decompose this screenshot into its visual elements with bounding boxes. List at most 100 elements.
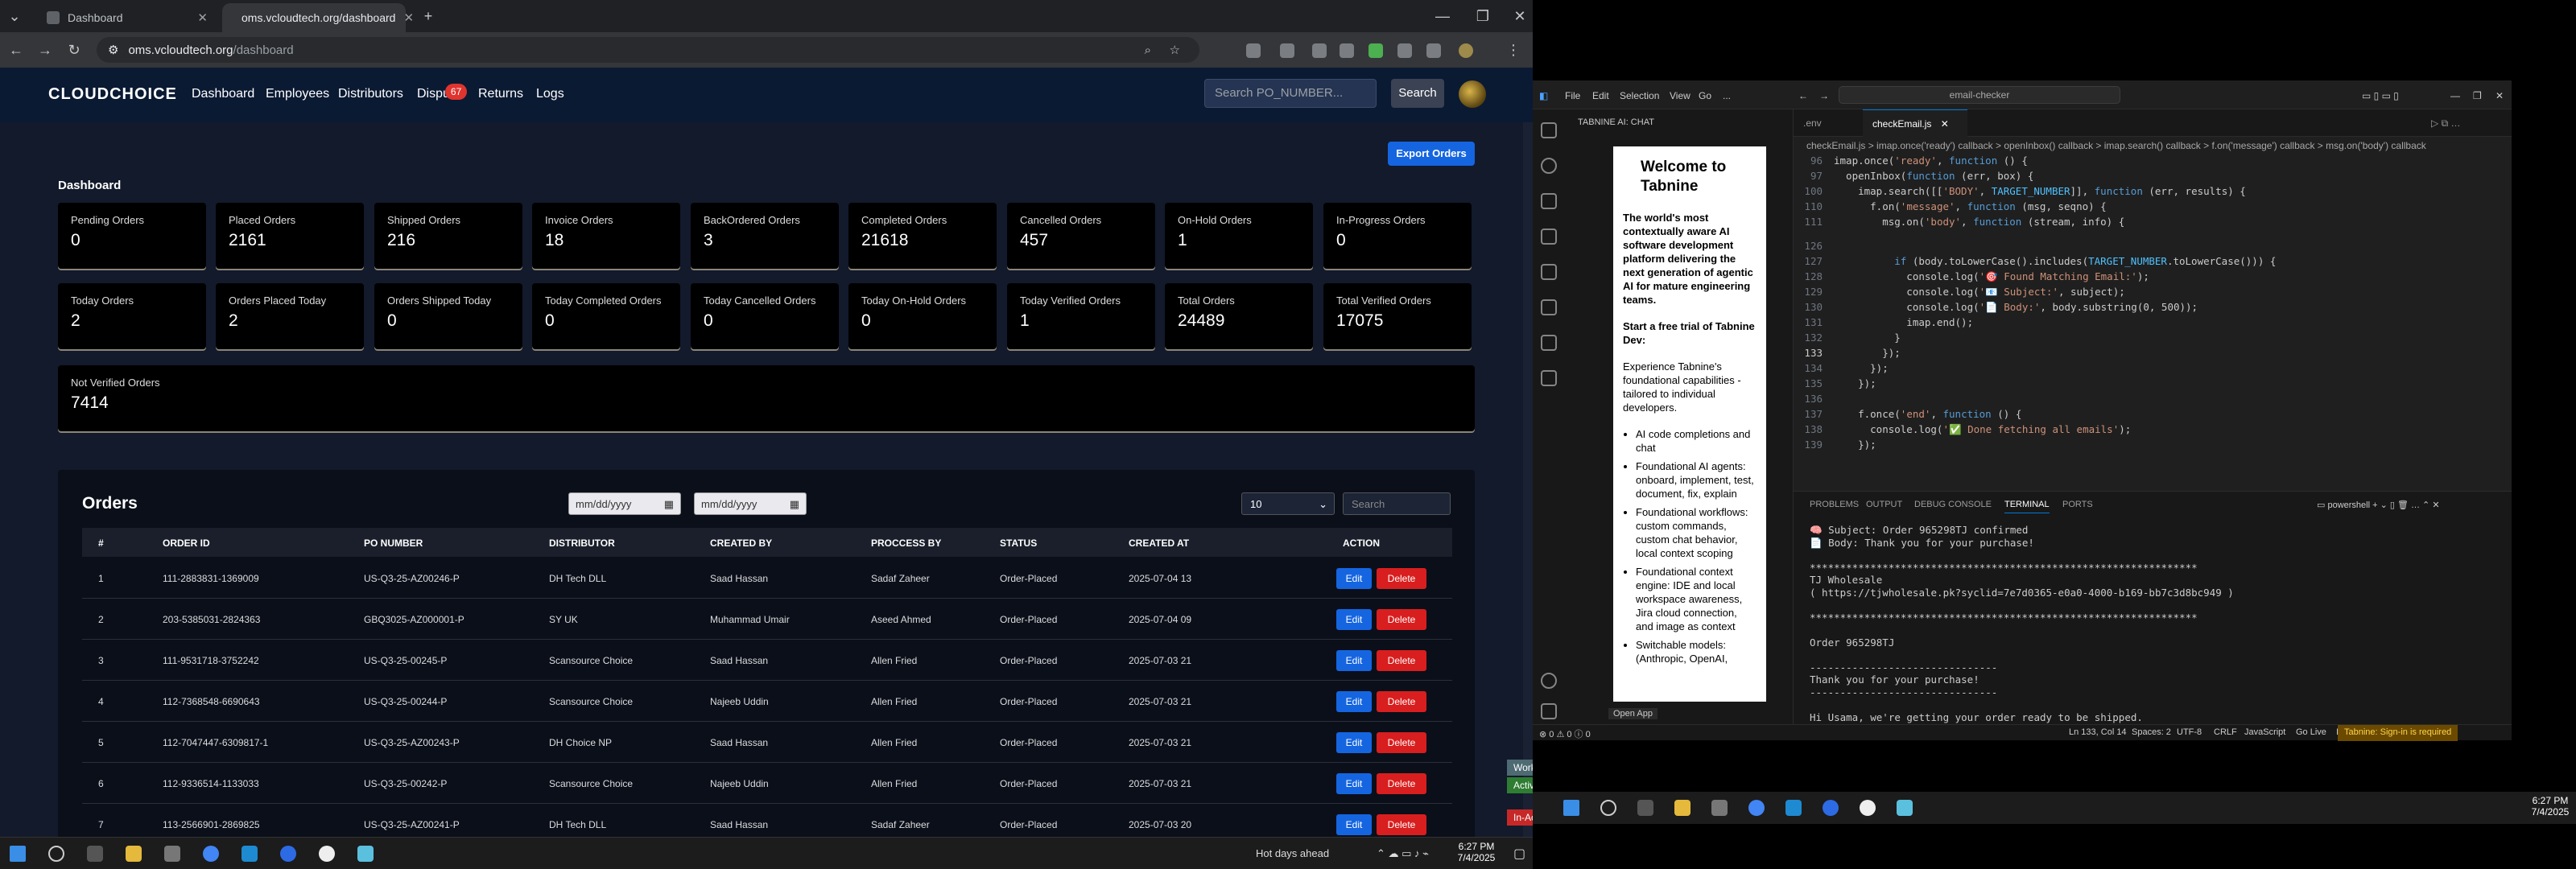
tab-oms-dashboard[interactable]: oms.vcloudtech.org/dashboard ✕ xyxy=(222,3,414,32)
address-bar[interactable]: ⚙ oms.vcloudtech.org/dashboard ⌕ ☆ xyxy=(97,37,1199,63)
store-icon[interactable] xyxy=(164,846,180,862)
search-icon[interactable] xyxy=(1541,158,1557,174)
nav-disputes[interactable]: Dispu67 xyxy=(417,84,468,101)
delete-button[interactable]: Delete xyxy=(1377,691,1426,712)
delete-button[interactable]: Delete xyxy=(1377,568,1426,589)
new-tab-icon[interactable]: + xyxy=(419,6,438,26)
search-icon[interactable] xyxy=(48,846,64,862)
clock[interactable]: 6:27 PM 7/4/2025 xyxy=(2528,795,2573,818)
explorer-icon[interactable] xyxy=(1541,122,1557,138)
task-view-icon[interactable] xyxy=(1637,800,1653,816)
settings-gear-icon[interactable] xyxy=(1541,703,1557,719)
tray-icons[interactable]: ⌃ ☁ ▭ ♪ ⌁ xyxy=(1377,847,1429,860)
close-tab-icon[interactable]: ✕ xyxy=(197,10,208,25)
menu-file[interactable]: File xyxy=(1565,90,1580,101)
search-icon[interactable] xyxy=(1600,800,1616,816)
zoom-app-icon[interactable] xyxy=(1823,800,1839,816)
code-view[interactable]: 96 imap.once('ready', function () {97 ope… xyxy=(1794,154,2467,451)
close-icon[interactable]: ✕ xyxy=(2496,90,2504,101)
reload-icon[interactable]: ↻ xyxy=(64,40,84,60)
site-info-icon[interactable]: ⚙ xyxy=(108,43,118,57)
page-scrollbar[interactable] xyxy=(1523,122,1533,869)
status-item[interactable]: Ln 133, Col 14 xyxy=(2069,727,2127,737)
menu-selection[interactable]: Selection xyxy=(1620,90,1659,101)
edit-button[interactable]: Edit xyxy=(1336,773,1372,794)
run-icon[interactable]: ▷ ⧉ … xyxy=(2421,109,2470,137)
chrome-icon[interactable] xyxy=(203,846,219,862)
app-icon[interactable] xyxy=(1860,800,1876,816)
source-control-icon[interactable] xyxy=(1541,193,1557,209)
delete-button[interactable]: Delete xyxy=(1377,609,1426,630)
panel-tab[interactable]: PORTS xyxy=(2062,500,2093,509)
table-search-input[interactable]: Search xyxy=(1343,492,1451,515)
app-icon[interactable] xyxy=(357,846,374,862)
nav-distributors[interactable]: Distributors xyxy=(338,87,403,101)
vscode-icon[interactable] xyxy=(242,846,258,862)
extensions-puzzle-icon[interactable] xyxy=(1426,43,1441,58)
delete-button[interactable]: Delete xyxy=(1377,814,1426,835)
back-icon[interactable]: ← xyxy=(6,40,26,60)
zoom-icon[interactable]: ⌕ xyxy=(1145,43,1151,57)
file-explorer-icon[interactable] xyxy=(126,846,142,862)
layout-icons[interactable]: ▭ ▯ ▭ ▯ xyxy=(2362,90,2399,101)
extension-icon[interactable] xyxy=(1368,43,1383,58)
terminal-shell-selector[interactable]: ▭ powershell + ⌄ ▯ 🗑 … ⌃ ✕ xyxy=(2317,500,2440,510)
weather-widget[interactable]: Hot days ahead xyxy=(1256,847,1329,859)
account-icon[interactable] xyxy=(1541,673,1557,689)
open-app-button[interactable]: Open App xyxy=(1608,708,1657,719)
edit-button[interactable]: Edit xyxy=(1336,814,1372,835)
command-center-search[interactable]: email-checker xyxy=(1839,86,2120,104)
tabnine-status[interactable]: Tabnine: Sign-in is required xyxy=(2338,725,2458,741)
extension-icon[interactable] xyxy=(1280,43,1294,58)
edit-button[interactable]: Edit xyxy=(1336,650,1372,671)
app-icon[interactable] xyxy=(319,846,335,862)
panel-tab[interactable]: OUTPUT xyxy=(1866,500,1902,509)
tabnine-icon[interactable] xyxy=(1541,370,1557,386)
menu-more[interactable]: ... xyxy=(1723,90,1731,101)
extension-icon[interactable] xyxy=(1397,43,1412,58)
export-orders-button[interactable]: Export Orders xyxy=(1388,142,1475,166)
chrome-menu-icon[interactable]: ⋮ xyxy=(1504,40,1523,60)
restore-icon[interactable]: ❐ xyxy=(2473,90,2482,101)
extension-icon[interactable] xyxy=(1246,43,1261,58)
tab-dashboard[interactable]: Dashboard ✕ xyxy=(35,3,219,32)
minimize-icon[interactable]: — xyxy=(1433,6,1452,26)
zoom-app-icon[interactable] xyxy=(280,846,296,862)
chrome-icon[interactable] xyxy=(1748,800,1765,816)
avatar[interactable] xyxy=(1459,80,1486,108)
close-tab-icon[interactable]: ✕ xyxy=(1941,118,1949,130)
store-icon[interactable] xyxy=(1711,800,1728,816)
menu-view[interactable]: View xyxy=(1670,90,1690,101)
extension-icon[interactable] xyxy=(1340,43,1354,58)
notification-icon[interactable]: ▢ xyxy=(1513,846,1525,862)
menu-edit[interactable]: Edit xyxy=(1592,90,1609,101)
status-item[interactable]: Go Live xyxy=(2296,727,2326,737)
close-tab-icon[interactable]: ✕ xyxy=(403,10,414,25)
edit-button[interactable]: Edit xyxy=(1336,691,1372,712)
end-date-input[interactable]: mm/dd/yyyy ▦ xyxy=(694,492,807,515)
delete-button[interactable]: Delete xyxy=(1377,773,1426,794)
file-explorer-icon[interactable] xyxy=(1674,800,1690,816)
page-size-select[interactable]: 10 ⌄ xyxy=(1241,492,1335,515)
start-date-input[interactable]: mm/dd/yyyy ▦ xyxy=(568,492,681,515)
nav-dashboard[interactable]: Dashboard xyxy=(192,87,254,101)
nav-returns[interactable]: Returns xyxy=(478,87,523,101)
minimap[interactable] xyxy=(2467,154,2512,388)
menu-go[interactable]: Go xyxy=(1699,90,1711,101)
nav-back-icon[interactable]: ← xyxy=(1798,90,1808,101)
status-item[interactable]: JavaScript xyxy=(2244,727,2285,737)
restore-icon[interactable]: ❐ xyxy=(1473,6,1492,26)
start-icon[interactable] xyxy=(10,846,26,862)
vscode-icon[interactable] xyxy=(1785,800,1802,816)
po-search-input[interactable]: Search PO_NUMBER... xyxy=(1204,79,1377,108)
close-window-icon[interactable]: ✕ xyxy=(1510,6,1530,26)
minimize-icon[interactable]: — xyxy=(2450,90,2460,101)
edit-button[interactable]: Edit xyxy=(1336,609,1372,630)
edit-button[interactable]: Edit xyxy=(1336,568,1372,589)
nav-employees[interactable]: Employees xyxy=(266,87,329,101)
task-view-icon[interactable] xyxy=(87,846,103,862)
edit-button[interactable]: Edit xyxy=(1336,732,1372,753)
problems-status[interactable]: ⊗ 0 ⚠ 0 ⓘ 0 xyxy=(1539,727,1591,740)
extension-icon[interactable] xyxy=(1312,43,1327,58)
panel-tab[interactable]: PROBLEMS xyxy=(1810,500,1859,509)
